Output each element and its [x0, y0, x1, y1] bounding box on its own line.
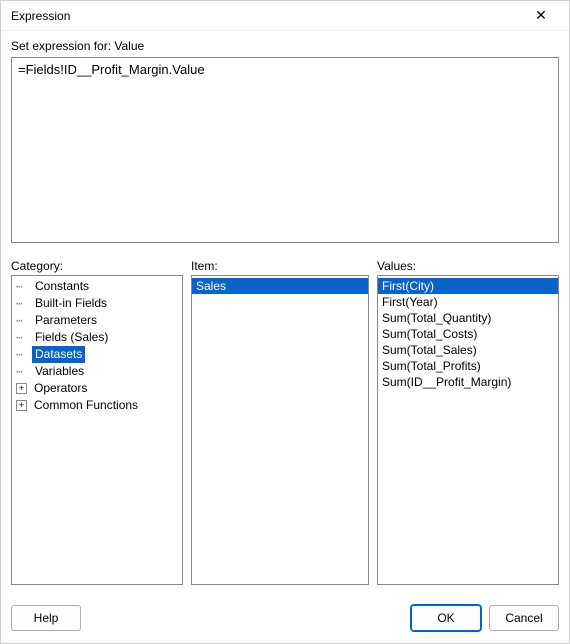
- category-item-label: Parameters: [32, 312, 100, 329]
- tree-connector-icon: ⋯: [16, 363, 30, 380]
- tree-connector-icon: ⋯: [16, 329, 30, 346]
- item-list-item[interactable]: Sales: [192, 278, 368, 294]
- item-column: Item: Sales: [191, 259, 369, 585]
- tree-connector-icon: ⋯: [16, 312, 30, 329]
- close-icon: ✕: [535, 7, 547, 24]
- values-list-item[interactable]: Sum(Total_Quantity): [378, 310, 558, 326]
- category-item-label: Fields (Sales): [32, 329, 111, 346]
- category-item[interactable]: ⋯Datasets: [12, 346, 182, 363]
- dialog-title: Expression: [11, 9, 521, 23]
- columns: Category: ⋯Constants⋯Built-in Fields⋯Par…: [11, 259, 559, 585]
- cancel-button[interactable]: Cancel: [489, 605, 559, 631]
- category-header: Category:: [11, 259, 183, 273]
- category-item-label: Constants: [32, 278, 92, 295]
- category-item-label: Common Functions: [31, 397, 141, 414]
- expression-textarea[interactable]: [11, 57, 559, 243]
- set-expression-label: Set expression for: Value: [11, 39, 559, 53]
- expand-icon[interactable]: +: [16, 383, 27, 394]
- values-list-item[interactable]: First(Year): [378, 294, 558, 310]
- values-list-item[interactable]: First(City): [378, 278, 558, 294]
- category-item-label: Variables: [32, 363, 87, 380]
- tree-connector-icon: ⋯: [16, 346, 30, 363]
- values-list-item[interactable]: Sum(ID__Profit_Margin): [378, 374, 558, 390]
- tree-connector-icon: ⋯: [16, 278, 30, 295]
- category-item[interactable]: ⋯Built-in Fields: [12, 295, 182, 312]
- titlebar: Expression ✕: [1, 1, 569, 31]
- values-header: Values:: [377, 259, 559, 273]
- item-listbox[interactable]: Sales: [191, 275, 369, 585]
- tree-connector-icon: ⋯: [16, 295, 30, 312]
- category-item[interactable]: + Common Functions: [12, 397, 182, 414]
- category-item-label: Built-in Fields: [32, 295, 110, 312]
- expression-dialog: Expression ✕ Set expression for: Value C…: [0, 0, 570, 644]
- category-item[interactable]: ⋯Fields (Sales): [12, 329, 182, 346]
- values-list-item[interactable]: Sum(Total_Sales): [378, 342, 558, 358]
- values-list-item[interactable]: Sum(Total_Costs): [378, 326, 558, 342]
- category-item-label: Operators: [31, 380, 90, 397]
- category-item[interactable]: ⋯Variables: [12, 363, 182, 380]
- values-list-item[interactable]: Sum(Total_Profits): [378, 358, 558, 374]
- footer: Help OK Cancel: [1, 595, 569, 643]
- close-button[interactable]: ✕: [521, 2, 561, 30]
- help-button[interactable]: Help: [11, 605, 81, 631]
- category-item-label: Datasets: [32, 346, 85, 363]
- dialog-content: Set expression for: Value Category: ⋯Con…: [1, 31, 569, 595]
- expand-icon[interactable]: +: [16, 400, 27, 411]
- item-header: Item:: [191, 259, 369, 273]
- values-listbox[interactable]: First(City)First(Year)Sum(Total_Quantity…: [377, 275, 559, 585]
- category-item[interactable]: + Operators: [12, 380, 182, 397]
- category-column: Category: ⋯Constants⋯Built-in Fields⋯Par…: [11, 259, 183, 585]
- values-column: Values: First(City)First(Year)Sum(Total_…: [377, 259, 559, 585]
- category-item[interactable]: ⋯Parameters: [12, 312, 182, 329]
- category-item[interactable]: ⋯Constants: [12, 278, 182, 295]
- ok-button[interactable]: OK: [411, 605, 481, 631]
- category-listbox[interactable]: ⋯Constants⋯Built-in Fields⋯Parameters⋯Fi…: [11, 275, 183, 585]
